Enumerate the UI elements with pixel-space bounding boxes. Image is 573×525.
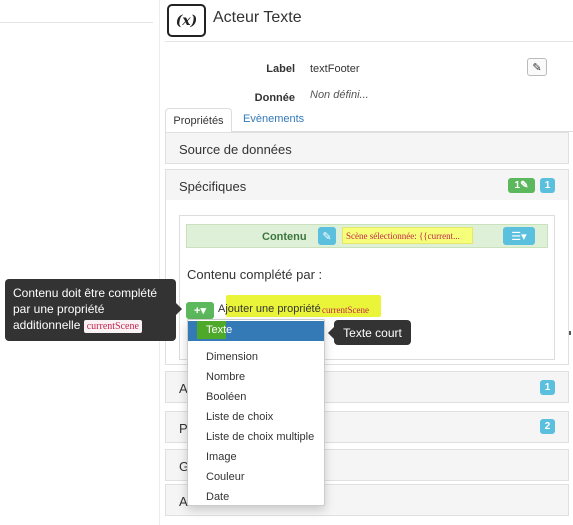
edit-label-button[interactable]: ✎ xyxy=(527,58,547,76)
pencil-icon: 1✎ xyxy=(514,180,529,191)
data-field-value[interactable]: Non défini... xyxy=(310,89,369,101)
content-options-button[interactable]: ☰▾ xyxy=(503,227,535,245)
add-property-code: currentScene xyxy=(322,305,369,315)
dropdown-item-selected-label[interactable]: Texte xyxy=(206,324,232,336)
tab-properties[interactable]: Propriétés xyxy=(165,108,232,132)
label-field-value: textFooter xyxy=(310,63,360,75)
dropdown-item[interactable]: Couleur xyxy=(206,471,245,483)
add-property-text[interactable]: Ajouter une propriété xyxy=(218,303,321,315)
specifics-edit-badge[interactable]: 1✎ xyxy=(508,178,535,193)
dropdown-item[interactable]: Image xyxy=(206,451,237,463)
edge-mark xyxy=(569,331,571,335)
edit-content-button[interactable]: ✎ xyxy=(318,227,336,245)
plus-icon: +▾ xyxy=(194,305,206,317)
tab-events[interactable]: Evènements xyxy=(243,113,304,125)
property-type-dropdown: Dimension Nombre Booléen Liste de choix … xyxy=(187,319,325,506)
label-field-label: Label xyxy=(266,63,295,75)
dropdown-item[interactable]: Liste de choix multiple xyxy=(206,431,314,443)
specifics-count-badge: 1 xyxy=(540,178,555,193)
add-property-button[interactable]: +▾ xyxy=(186,302,214,319)
edit-icon: ✎ xyxy=(532,61,542,74)
panel-count-badge: 1 xyxy=(540,380,555,395)
dropdown-item[interactable]: Liste de choix xyxy=(206,411,273,423)
dropdown-item[interactable]: Booléen xyxy=(206,391,246,403)
variable-icon: (x) xyxy=(167,4,206,37)
tooltip-arrow xyxy=(176,303,182,315)
list-icon: ☰▾ xyxy=(511,230,527,243)
panel-divider xyxy=(159,0,160,525)
actor-title: Acteur Texte xyxy=(213,9,302,26)
completed-by-label: Contenu complété par : xyxy=(187,267,323,282)
edit-icon: ✎ xyxy=(322,230,332,243)
content-label: Contenu xyxy=(262,231,307,243)
left-divider xyxy=(0,22,153,23)
panel-count-badge: 2 xyxy=(540,419,555,434)
dropdown-item[interactable]: Date xyxy=(206,491,229,503)
tooltip-code: currentScene xyxy=(83,320,142,333)
dropdown-item[interactable]: Dimension xyxy=(206,351,258,363)
panel-data-source[interactable]: Source de données xyxy=(165,132,569,164)
tooltip-short-text: Texte court xyxy=(334,320,411,345)
header-divider xyxy=(165,41,573,42)
tooltip-required-property: Contenu doit être complété par une propr… xyxy=(5,279,176,341)
dropdown-item[interactable]: Nombre xyxy=(206,371,245,383)
content-value[interactable]: Scène sélectionnée: {{current... xyxy=(342,227,473,244)
data-field-label: Donnée xyxy=(254,92,295,104)
